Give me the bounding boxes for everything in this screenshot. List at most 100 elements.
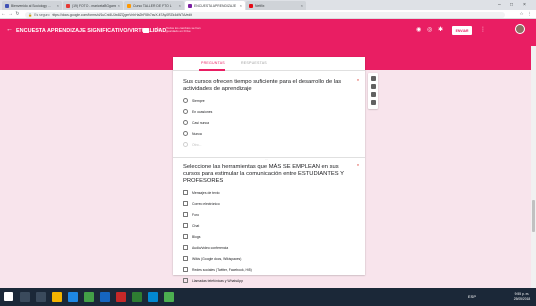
form-card: PREGUNTAS RESPUESTAS Sus cursos ofrecen … bbox=[173, 57, 365, 283]
bookmark-star-icon[interactable]: ☆ bbox=[519, 11, 523, 17]
option-label: Wikis (Google docs, Wikispaces) bbox=[192, 256, 242, 261]
back-icon[interactable]: ← bbox=[0, 11, 7, 17]
option-item[interactable]: En ocasiones bbox=[183, 106, 359, 117]
star-icon[interactable]: ☆ bbox=[155, 26, 160, 33]
address-bar: ← → ↻ 🔒 Es seguro https://docs.google.co… bbox=[0, 10, 536, 19]
checkbox-icon bbox=[183, 245, 188, 250]
clock-date: 25/05/2018 bbox=[513, 296, 531, 301]
browser-tab-title: (19) FOTO - maricelaBGgame bbox=[72, 3, 116, 8]
drag-handle-icon[interactable]: ⋯ bbox=[265, 157, 268, 161]
checkbox-icon bbox=[183, 223, 188, 228]
search-icon[interactable] bbox=[20, 292, 30, 302]
option-item[interactable]: Casi nunca bbox=[183, 117, 359, 128]
browser-tab-3[interactable]: ENCUESTA APRENDIZAJE × bbox=[185, 1, 245, 10]
browser-tab-title: Curso TALLER DE FTO L bbox=[133, 3, 172, 8]
more-options-icon[interactable]: ⋮ bbox=[480, 27, 486, 33]
option-label: Blogs bbox=[192, 234, 201, 239]
radio-icon bbox=[183, 120, 188, 125]
option-item[interactable]: Audio/video conferencia bbox=[183, 242, 359, 253]
tab-favicon-icon bbox=[188, 3, 192, 8]
edge-browser-icon[interactable] bbox=[68, 292, 78, 302]
option-item[interactable]: Chat bbox=[183, 220, 359, 231]
secure-label: Es seguro bbox=[34, 12, 50, 17]
question-card-2[interactable]: Seleccione las herramientas que MÁS SE E… bbox=[183, 164, 359, 286]
folder-icon[interactable] bbox=[143, 27, 149, 33]
browser-tab-0[interactable]: Bienvenido al Sociology ... × bbox=[2, 1, 62, 10]
scrollbar[interactable] bbox=[531, 46, 536, 288]
tab-favicon-icon bbox=[66, 3, 70, 8]
question-title[interactable]: Seleccione las herramientas que MÁS SE E… bbox=[183, 164, 351, 185]
option-other[interactable]: Otro... bbox=[183, 139, 359, 150]
minimize-icon[interactable]: – bbox=[498, 1, 501, 9]
add-question-icon[interactable] bbox=[370, 76, 376, 81]
browser-tab-1[interactable]: (19) FOTO - maricelaBGgame × bbox=[63, 1, 123, 10]
active-tab-indicator bbox=[199, 69, 225, 71]
checkbox-icon bbox=[183, 278, 188, 283]
reload-icon[interactable]: ↻ bbox=[14, 11, 21, 17]
close-tab-icon[interactable]: × bbox=[57, 3, 59, 8]
question-title[interactable]: Sus cursos ofrecen tiempo suficiente par… bbox=[183, 79, 351, 93]
clock[interactable]: 9:55 p. m. 25/05/2018 bbox=[512, 292, 532, 301]
import-questions-icon[interactable] bbox=[370, 84, 376, 89]
preview-eye-icon[interactable]: ◎ bbox=[427, 27, 432, 33]
clock-time: 9:55 p. m. bbox=[514, 292, 530, 296]
option-label: Otro... bbox=[192, 142, 202, 147]
tab-favicon-icon bbox=[249, 3, 253, 8]
close-tab-icon[interactable]: × bbox=[118, 3, 120, 8]
option-item[interactable]: Siempre bbox=[183, 95, 359, 106]
browser-menu-icon[interactable]: ⋮ bbox=[528, 11, 533, 17]
question-card-1[interactable]: Sus cursos ofrecen tiempo suficiente par… bbox=[183, 79, 359, 150]
maximize-icon[interactable]: □ bbox=[510, 1, 513, 9]
option-label: Correo electrónico bbox=[192, 201, 220, 206]
browser-tab-title: Bienvenido al Sociology ... bbox=[11, 3, 51, 8]
tab-favicon-icon bbox=[5, 3, 9, 8]
url-input[interactable]: 🔒 Es seguro https://docs.google.com/form… bbox=[25, 11, 505, 18]
system-tray[interactable]: ESP bbox=[468, 294, 476, 299]
checkbox-icon bbox=[183, 256, 188, 261]
required-mark: * bbox=[357, 164, 359, 170]
windows-start-icon[interactable] bbox=[4, 292, 13, 301]
avatar[interactable] bbox=[515, 24, 525, 34]
powerpoint-icon[interactable] bbox=[116, 292, 126, 302]
excel-icon[interactable] bbox=[132, 292, 142, 302]
word-icon[interactable] bbox=[100, 292, 110, 302]
option-item[interactable]: Redes sociales (Twitter, Facebook, Hi5) bbox=[183, 264, 359, 275]
forms-header: ← ENCUESTA APRENDIZAJE SIGNIFICATIVO/VIR… bbox=[0, 19, 536, 46]
back-arrow-icon[interactable]: ← bbox=[6, 26, 13, 33]
form-tabs: PREGUNTAS RESPUESTAS bbox=[173, 57, 365, 71]
checkbox-icon bbox=[183, 212, 188, 217]
option-item[interactable]: Blogs bbox=[183, 231, 359, 242]
option-item[interactable]: Mensajes de texto bbox=[183, 187, 359, 198]
option-item[interactable]: Wikis (Google docs, Wikispaces) bbox=[183, 253, 359, 264]
add-image-icon[interactable] bbox=[370, 92, 376, 97]
send-button[interactable]: ENVIAR bbox=[452, 26, 472, 35]
option-item[interactable]: Correo electrónico bbox=[183, 198, 359, 209]
close-tab-icon[interactable]: × bbox=[240, 3, 242, 8]
option-item[interactable]: Llamadas telefónicas y WhatsApp bbox=[183, 275, 359, 286]
forward-icon[interactable]: → bbox=[7, 11, 14, 17]
browser-tab-title: Netflix bbox=[255, 3, 265, 8]
palette-icon[interactable]: ◉ bbox=[416, 27, 421, 33]
app-icon[interactable] bbox=[84, 292, 94, 302]
option-item[interactable]: Nunca bbox=[183, 128, 359, 139]
close-tab-icon[interactable]: × bbox=[301, 3, 303, 8]
checkbox-icon bbox=[183, 267, 188, 272]
tab-questions[interactable]: PREGUNTAS bbox=[201, 61, 225, 65]
option-item[interactable]: Foro bbox=[183, 209, 359, 220]
checkbox-icon bbox=[183, 234, 188, 239]
close-window-icon[interactable]: × bbox=[523, 1, 526, 9]
tab-responses[interactable]: RESPUESTAS bbox=[241, 61, 267, 65]
chrome-icon[interactable] bbox=[164, 292, 174, 302]
file-explorer-icon[interactable] bbox=[52, 292, 62, 302]
question-divider bbox=[173, 157, 365, 158]
required-mark: * bbox=[357, 79, 359, 85]
task-view-icon[interactable] bbox=[36, 292, 46, 302]
scrollbar-thumb[interactable] bbox=[532, 200, 535, 232]
browser-tab-2[interactable]: Curso TALLER DE FTO L × bbox=[124, 1, 184, 10]
option-label: Casi nunca bbox=[192, 120, 209, 125]
close-tab-icon[interactable]: × bbox=[179, 3, 181, 8]
add-section-icon[interactable] bbox=[370, 100, 376, 105]
browser-tab-4[interactable]: Netflix × bbox=[246, 1, 306, 10]
app-icon[interactable] bbox=[148, 292, 158, 302]
settings-gear-icon[interactable]: ✱ bbox=[438, 27, 443, 33]
